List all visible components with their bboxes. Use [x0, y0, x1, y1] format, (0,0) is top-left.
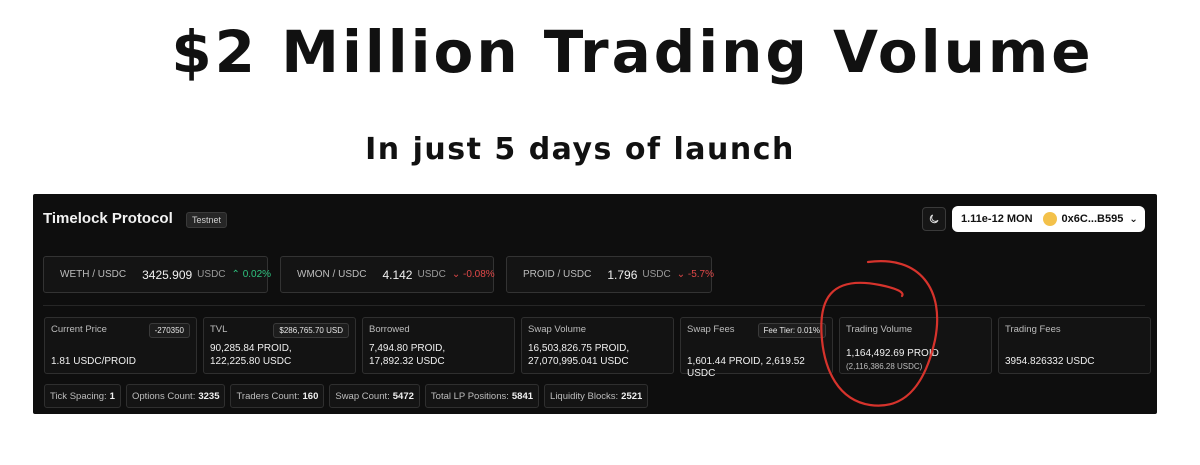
- stat-value-line2: 27,070,995.041 USDC: [528, 356, 629, 367]
- price-ticker-row: WETH / USDC 3425.909 USDC ⌃ 0.02% WMON /…: [43, 256, 715, 293]
- pair-symbol: PROID / USDC: [523, 269, 592, 280]
- chip-swap-count: Swap Count: 5472: [329, 384, 420, 408]
- chip-label: Total LP Positions:: [430, 390, 509, 402]
- arrow-up-icon: ⌃: [231, 269, 243, 280]
- chevron-down-icon: ⌄: [1129, 213, 1138, 225]
- section-divider: [43, 305, 1145, 306]
- chip-traders-count: Traders Count: 160: [230, 384, 325, 408]
- stat-subvalue: (2,116,386.28 USDC): [846, 362, 923, 371]
- chip-value: 5472: [392, 390, 414, 402]
- stat-value: 3954.826332 USDC: [1005, 356, 1095, 367]
- stat-value-line2: 122,225.80 USDC: [210, 356, 292, 367]
- app-window: Timelock Protocol Testnet 1.11e-12 MON 0…: [33, 194, 1157, 414]
- headline-subtitle: In just 5 days of launch: [365, 132, 795, 167]
- pair-price: 3425.909: [142, 267, 193, 282]
- wallet-button[interactable]: 1.11e-12 MON 0x6C...B595 ⌄: [952, 206, 1145, 232]
- pair-change: 0.02%: [242, 269, 272, 280]
- pair-change: -5.7%: [687, 269, 715, 280]
- chip-value: 2521: [621, 390, 643, 402]
- chip-label: Traders Count:: [236, 390, 300, 402]
- wallet-balance: 1.11e-12 MON: [961, 213, 1033, 225]
- chip-label: Tick Spacing:: [50, 390, 107, 402]
- chip-liquidity-blocks: Liquidity Blocks: 2521: [544, 384, 649, 408]
- chip-value: 160: [302, 390, 319, 402]
- stat-value-line1: 7,494.80 PROID,: [369, 343, 446, 354]
- pair-unit: USDC: [197, 269, 226, 280]
- pair-unit: USDC: [417, 269, 446, 280]
- stat-label: Swap Volume: [528, 324, 587, 335]
- moon-icon: [929, 214, 939, 224]
- stat-trading-volume: Trading Volume 1,164,492.69 PROID (2,116…: [839, 317, 992, 374]
- metrics-chip-row: Tick Spacing: 1 Options Count: 3235 Trader…: [44, 384, 649, 408]
- stat-label: Trading Volume: [846, 324, 913, 335]
- chip-label: Liquidity Blocks:: [550, 390, 619, 402]
- tick-badge: -270350: [148, 323, 190, 338]
- chip-options-count: Options Count: 3235: [125, 384, 226, 408]
- arrow-down-icon: ⌄: [676, 269, 688, 280]
- fee-tier-badge: Fee Tier: 0.01%: [757, 323, 826, 338]
- pair-price: 1.796: [607, 267, 638, 282]
- chip-tick-spacing: Tick Spacing: 1: [44, 384, 121, 408]
- chip-label: Swap Count:: [335, 390, 390, 402]
- stat-tvl: TVL $286,765.70 USD 90,285.84 PROID, 122…: [203, 317, 356, 374]
- chip-total-lp-positions: Total LP Positions: 5841: [424, 384, 540, 408]
- chip-label: Options Count:: [131, 390, 196, 402]
- stat-value-line2: 17,892.32 USDC: [369, 356, 445, 367]
- stat-current-price: Current Price -270350 1.81 USDC/PROID: [44, 317, 197, 374]
- stat-value: 1,601.44 PROID, 2,619.52 USDC: [687, 356, 805, 379]
- chip-value: 5841: [511, 390, 534, 402]
- pair-proid-usdc[interactable]: PROID / USDC 1.796 USDC ⌄ -5.7%: [506, 256, 715, 293]
- wallet-avatar-icon: [1042, 212, 1057, 226]
- wallet-address: 0x6C...B595: [1061, 213, 1124, 225]
- stats-row: Current Price -270350 1.81 USDC/PROID TV…: [44, 317, 1151, 379]
- arrow-down-icon: ⌄: [451, 269, 463, 280]
- pair-unit: USDC: [642, 269, 671, 280]
- stat-trading-fees: Trading Fees 3954.826332 USDC: [998, 317, 1151, 374]
- stat-value: 1,164,492.69 PROID: [846, 348, 939, 359]
- pair-symbol: WMON / USDC: [297, 269, 367, 280]
- chip-value: 3235: [198, 390, 220, 402]
- chip-value: 1: [109, 390, 115, 402]
- theme-toggle-button[interactable]: [922, 207, 946, 231]
- top-bar: Timelock Protocol Testnet 1.11e-12 MON 0…: [33, 194, 1157, 246]
- stat-label: Borrowed: [369, 324, 410, 335]
- stat-label: Trading Fees: [1005, 324, 1061, 335]
- stat-value: 1.81 USDC/PROID: [51, 356, 137, 367]
- pair-price: 4.142: [382, 267, 413, 282]
- stat-value-line1: 16,503,826.75 PROID,: [528, 343, 630, 354]
- pair-wmon-usdc[interactable]: WMON / USDC 4.142 USDC ⌄ -0.08%: [280, 256, 495, 293]
- pair-change: -0.08%: [463, 269, 495, 280]
- stat-swap-volume: Swap Volume 16,503,826.75 PROID, 27,070,…: [521, 317, 674, 374]
- tvl-usd-badge: $286,765.70 USD: [273, 323, 349, 338]
- headline-title: $2 Million Trading Volume: [171, 18, 1094, 86]
- pair-weth-usdc[interactable]: WETH / USDC 3425.909 USDC ⌃ 0.02%: [43, 256, 272, 293]
- network-badge: Testnet: [186, 212, 228, 228]
- pair-symbol: WETH / USDC: [60, 269, 127, 280]
- stat-swap-fees: Swap Fees Fee Tier: 0.01% 1,601.44 PROID…: [680, 317, 833, 379]
- brand-title: Timelock Protocol: [43, 210, 173, 227]
- stat-value-line1: 90,285.84 PROID,: [210, 343, 292, 354]
- stat-borrowed: Borrowed 7,494.80 PROID, 17,892.32 USDC: [362, 317, 515, 374]
